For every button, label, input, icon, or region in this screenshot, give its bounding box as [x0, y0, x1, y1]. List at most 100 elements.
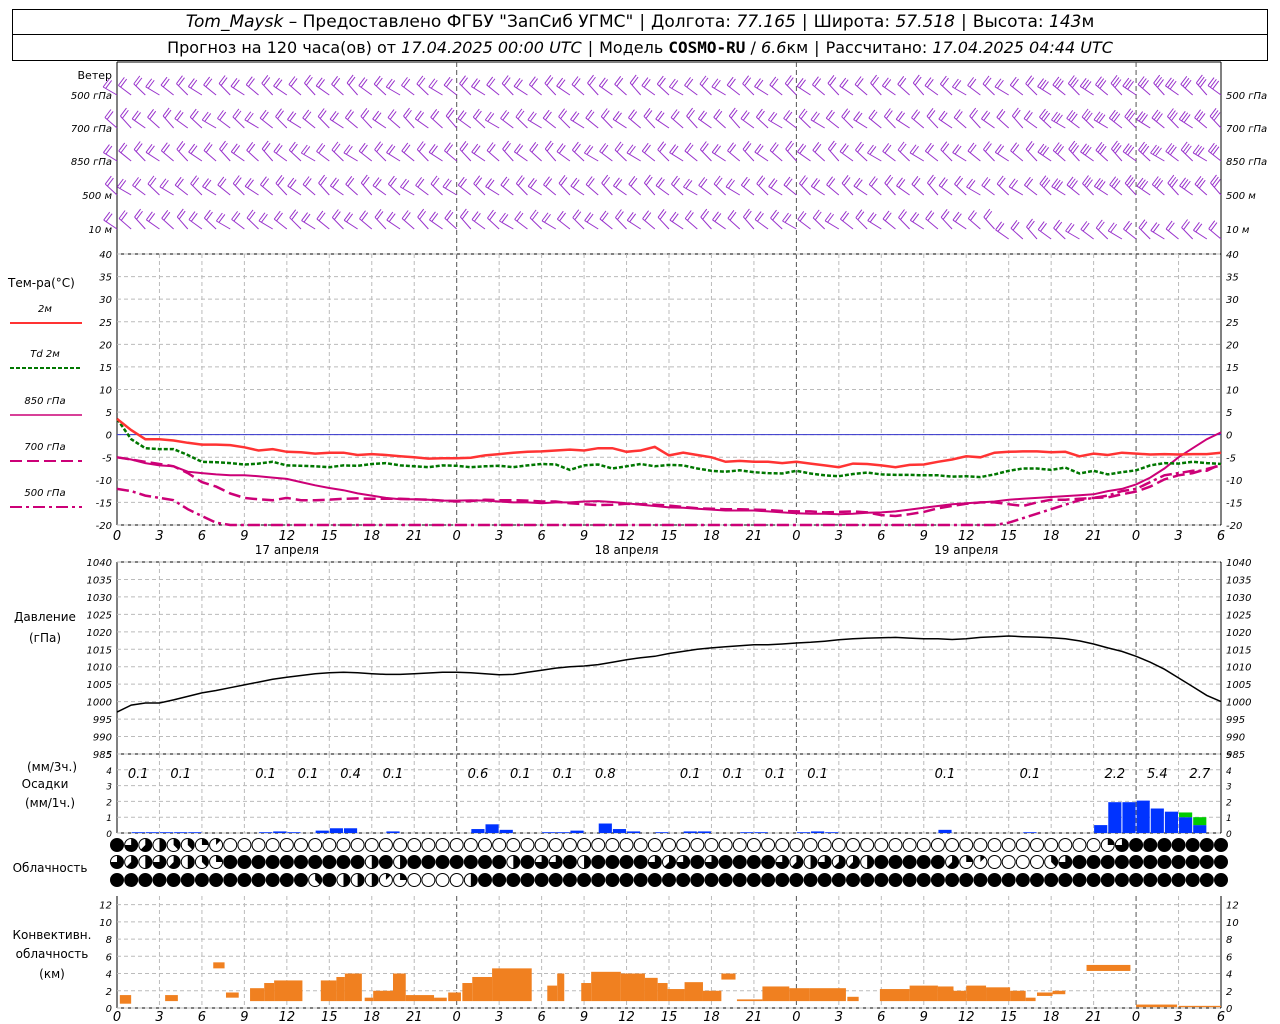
cloud-circle — [463, 838, 478, 852]
temp-y-tick-right: 5 — [1226, 408, 1232, 419]
wind-barb — [867, 144, 882, 162]
cloud-fill-full — [492, 873, 506, 887]
wind-barb — [755, 108, 769, 129]
cloud-fill-full — [478, 873, 492, 887]
wind-barb — [429, 211, 443, 230]
precip-3h-label: 0.1 — [765, 767, 786, 782]
wind-barb — [895, 110, 910, 129]
cloud-fill-full — [648, 873, 662, 887]
wind-barb-feather — [784, 75, 792, 84]
cloud-circle — [407, 873, 422, 887]
wind-barb-feather — [841, 174, 849, 184]
wind-barb — [116, 178, 132, 196]
wind-barb — [515, 108, 528, 129]
cloud-symbol — [308, 855, 323, 869]
wind-barb-feather — [333, 211, 341, 220]
cloud-symbol — [152, 855, 167, 869]
wind-barb — [459, 140, 472, 162]
wind-barb-shaft — [698, 118, 712, 129]
cloud-symbol — [378, 873, 393, 887]
wind-barb — [1093, 111, 1109, 129]
wind-barb-feather — [501, 214, 509, 223]
wind-barb-feather — [234, 177, 242, 186]
wind-barb-feather — [1051, 111, 1058, 121]
wind-barb-feather — [699, 141, 707, 150]
cloud-circle — [1044, 838, 1059, 852]
wind-barb — [1053, 219, 1066, 240]
wind-barb-feather — [998, 177, 1006, 187]
wind-barb-feather — [1213, 178, 1221, 188]
wind-barb-feather — [700, 208, 708, 218]
wind-barb — [188, 143, 203, 162]
cloud-symbol — [860, 873, 875, 887]
cloud-fill-partial — [966, 855, 973, 862]
wind-barb — [486, 76, 500, 96]
wind-barb — [799, 175, 811, 196]
cloud-symbol — [619, 855, 634, 869]
cloud-symbol — [916, 855, 931, 869]
cloud-symbol — [704, 855, 719, 869]
wind-barb — [343, 144, 358, 162]
wind-barb-shaft — [613, 185, 627, 196]
wind-barb — [159, 178, 174, 196]
wind-barb-shaft — [853, 185, 868, 196]
wind-barb-feather — [1082, 175, 1089, 184]
wind-barb-feather — [1067, 75, 1075, 84]
precip-3h-label: 0.6 — [468, 767, 489, 782]
cloud-symbol — [421, 838, 436, 852]
wind-barb — [176, 75, 189, 96]
wind-barb-feather — [1086, 179, 1093, 188]
wind-barb — [1080, 143, 1094, 162]
wind-barb-shaft — [1023, 118, 1038, 129]
wind-barb-shaft — [669, 152, 684, 162]
wind-barb — [259, 109, 274, 129]
cloud-symbol — [987, 838, 1002, 852]
cloud-symbol — [223, 838, 238, 852]
wind-barb-feather — [1097, 221, 1105, 231]
wind-barb-feather — [671, 80, 679, 89]
cloud-circle — [294, 838, 308, 852]
wind-barb-feather — [572, 209, 580, 218]
wind-barb-feather — [418, 143, 426, 152]
x-tick-label: 3 — [495, 529, 503, 544]
cloud-fill-full — [775, 873, 789, 887]
pressure-y-tick-right: 1010 — [1226, 663, 1251, 674]
wind-barb-shaft — [867, 152, 882, 162]
precip-3h-label: 0.1 — [128, 767, 149, 782]
wind-barb — [486, 142, 500, 162]
cloud-symbol — [1157, 855, 1172, 869]
cloud-symbol — [577, 873, 592, 887]
cloud-fill-full — [1200, 873, 1214, 887]
cloud-circle — [378, 838, 393, 852]
x-tick-label: 15 — [1000, 529, 1017, 544]
wind-barb — [995, 221, 1009, 240]
day-label: 19 апреля — [934, 543, 998, 557]
precip-bar — [159, 832, 174, 833]
conv-panel-title-2: облачность — [16, 947, 89, 961]
cloud-symbol — [577, 855, 592, 869]
cloud-symbol — [690, 873, 705, 887]
cloud-fill-full — [860, 873, 874, 887]
cloud-fill-full — [1129, 873, 1143, 887]
wind-barb — [544, 140, 557, 162]
wind-barb — [514, 211, 528, 230]
wind-barb — [967, 210, 981, 230]
wind-barb-feather — [1071, 79, 1079, 88]
wind-barb-feather — [277, 110, 284, 120]
wind-barb — [614, 141, 627, 162]
wind-barb — [1066, 110, 1080, 129]
pressure-y-tick-left: 1030 — [87, 593, 112, 604]
wind-barb — [360, 174, 373, 196]
wind-barb-shaft — [145, 151, 160, 162]
wind-barb-feather — [914, 76, 922, 86]
wind-barb-shaft — [457, 118, 472, 129]
wind-barb-feather — [1195, 74, 1203, 84]
cloud-circle — [817, 838, 832, 852]
cloud-symbol — [718, 855, 733, 869]
wind-barb — [797, 211, 811, 230]
wind-barb-feather — [883, 108, 891, 117]
wind-barb — [1066, 176, 1080, 196]
wind-barb — [558, 174, 571, 196]
wind-barb-feather — [1167, 108, 1174, 117]
wind-barb-feather — [1068, 140, 1076, 150]
